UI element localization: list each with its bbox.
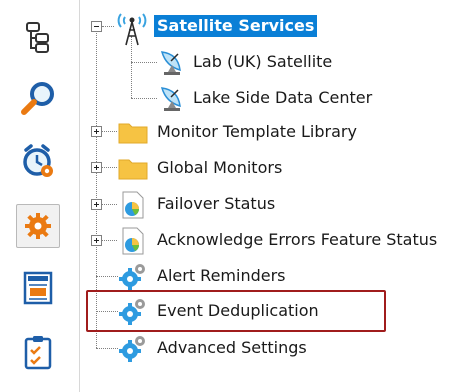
tree-line bbox=[96, 276, 118, 277]
collapse-toggle[interactable] bbox=[91, 21, 102, 32]
status-report-icon bbox=[122, 227, 144, 255]
satellite-dish-icon bbox=[160, 51, 181, 75]
tree-line bbox=[96, 348, 118, 349]
expand-toggle[interactable] bbox=[91, 126, 102, 137]
tree-item-satellite-services[interactable]: Satellite Services bbox=[154, 15, 318, 37]
gears-icon bbox=[119, 264, 145, 290]
tree-line bbox=[101, 167, 117, 168]
highlight-box bbox=[86, 290, 386, 332]
tree-item-monitor-template-library[interactable]: Monitor Template Library bbox=[154, 121, 360, 143]
expand-toggle[interactable] bbox=[91, 235, 102, 246]
monitor-tree: Satellite Services Lab (UK) Satellite La… bbox=[0, 0, 464, 392]
expand-toggle[interactable] bbox=[91, 199, 102, 210]
tree-item-lab-uk-satellite[interactable]: Lab (UK) Satellite bbox=[190, 51, 335, 73]
tree-line bbox=[101, 131, 117, 132]
gears-icon bbox=[119, 336, 145, 362]
tree-line bbox=[101, 204, 117, 205]
expand-toggle[interactable] bbox=[91, 162, 102, 173]
tree-line bbox=[131, 98, 157, 99]
tree-item-lake-side-data-center[interactable]: Lake Side Data Center bbox=[190, 87, 375, 109]
tree-item-advanced-settings[interactable]: Advanced Settings bbox=[154, 337, 310, 359]
satellite-dish-icon bbox=[160, 87, 181, 111]
tree-item-acknowledge-errors-feature-status[interactable]: Acknowledge Errors Feature Status bbox=[154, 229, 440, 251]
tree-item-global-monitors[interactable]: Global Monitors bbox=[154, 157, 285, 179]
tree-line bbox=[131, 62, 157, 63]
status-report-icon bbox=[122, 191, 144, 219]
tree-line bbox=[101, 240, 117, 241]
folder-icon bbox=[118, 123, 148, 144]
folder-icon bbox=[118, 159, 148, 180]
tree-item-alert-reminders[interactable]: Alert Reminders bbox=[154, 265, 289, 287]
antenna-tower-icon bbox=[117, 13, 147, 46]
tree-item-failover-status[interactable]: Failover Status bbox=[154, 193, 278, 215]
